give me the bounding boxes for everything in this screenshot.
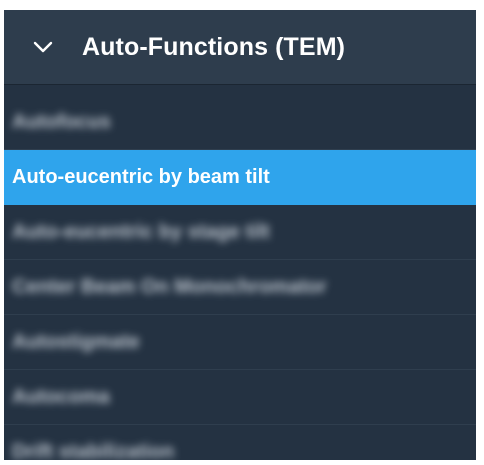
- auto-functions-header[interactable]: Auto-Functions (TEM): [4, 10, 476, 85]
- section-title: Auto-Functions (TEM): [82, 32, 346, 61]
- list-item-auto-eucentric-stage-tilt[interactable]: Auto-eucentric by stage tilt: [4, 205, 476, 260]
- list-item-label: Autostigmate: [12, 330, 140, 353]
- list-item-center-beam-monochromator[interactable]: Center Beam On Monochromator: [4, 260, 476, 315]
- list-item-label: Auto-eucentric by stage tilt: [12, 220, 270, 243]
- list-item-label: Drift stabilization: [12, 440, 175, 461]
- list-item-label: Autofocus: [12, 110, 111, 133]
- chevron-down-icon[interactable]: [32, 36, 54, 58]
- list-item-drift-stabilization[interactable]: Drift stabilization: [4, 425, 476, 461]
- auto-functions-list: Autofocus Auto-eucentric by beam tilt Au…: [4, 95, 476, 460]
- auto-functions-panel: Auto-Functions (TEM) Autofocus Auto-euce…: [4, 10, 476, 460]
- list-item-autofocus[interactable]: Autofocus: [4, 95, 476, 150]
- list-item-auto-eucentric-beam-tilt[interactable]: Auto-eucentric by beam tilt: [4, 150, 476, 205]
- list-item-autocoma[interactable]: Autocoma: [4, 370, 476, 425]
- list-item-label: Center Beam On Monochromator: [12, 275, 327, 298]
- list-item-autostigmate[interactable]: Autostigmate: [4, 315, 476, 370]
- list-item-label: Autocoma: [12, 385, 110, 408]
- list-item-label: Auto-eucentric by beam tilt: [12, 165, 270, 188]
